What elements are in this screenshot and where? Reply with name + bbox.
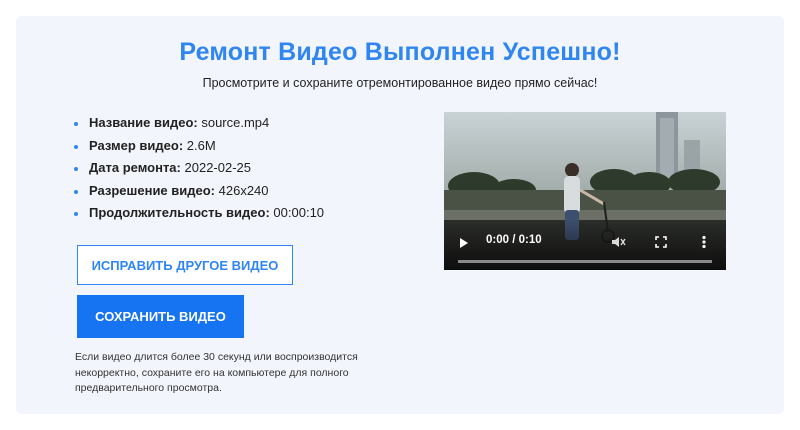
save-video-button[interactable]: СОХРАНИТЬ ВИДЕО xyxy=(77,295,244,338)
progress-bar[interactable] xyxy=(458,260,712,263)
info-value: 2022-02-25 xyxy=(184,160,252,175)
info-item-resolution: Разрешение видео: 426x240 xyxy=(74,180,324,203)
page-subtitle: Просмотрите и сохраните отремонтированно… xyxy=(202,76,598,90)
repair-another-button[interactable]: ИСПРАВИТЬ ДРУГОЕ ВИДЕО xyxy=(77,245,293,285)
more-icon[interactable] xyxy=(696,234,712,250)
preview-note: Если видео длится более 30 секунд или во… xyxy=(75,351,358,394)
mute-icon[interactable] xyxy=(610,234,626,250)
video-player[interactable]: 0:00 / 0:10 xyxy=(444,112,726,270)
info-item-name: Название видео: source.mp4 xyxy=(74,112,324,135)
info-item-date: Дата ремонта: 2022-02-25 xyxy=(74,157,324,180)
info-label: Продолжительность видео: xyxy=(89,205,270,220)
info-value: 426x240 xyxy=(218,182,269,198)
info-label: Разрешение видео: xyxy=(89,182,216,198)
info-label: Дата ремонта: xyxy=(89,160,181,175)
play-icon[interactable] xyxy=(460,238,468,248)
info-label: Размер видео: xyxy=(89,137,184,153)
info-item-size: Размер видео: 2.6M xyxy=(74,135,324,158)
player-controls: 0:00 / 0:10 xyxy=(444,220,726,270)
info-value: 2.6M xyxy=(186,137,216,153)
time-display: 0:00 / 0:10 xyxy=(486,234,542,246)
video-info-list: Название видео: source.mp4 Размер видео:… xyxy=(74,112,324,225)
info-value: 00:00:10 xyxy=(273,205,325,220)
result-card: Ремонт Видео Выполнен Успешно! Просмотри… xyxy=(16,16,784,414)
info-label: Название видео: xyxy=(89,115,198,130)
info-value: source.mp4 xyxy=(201,115,270,130)
page-title: Ремонт Видео Выполнен Успешно! xyxy=(179,38,621,66)
fullscreen-icon[interactable] xyxy=(653,234,669,250)
info-item-duration: Продолжительность видео: 00:00:10 xyxy=(74,202,324,225)
